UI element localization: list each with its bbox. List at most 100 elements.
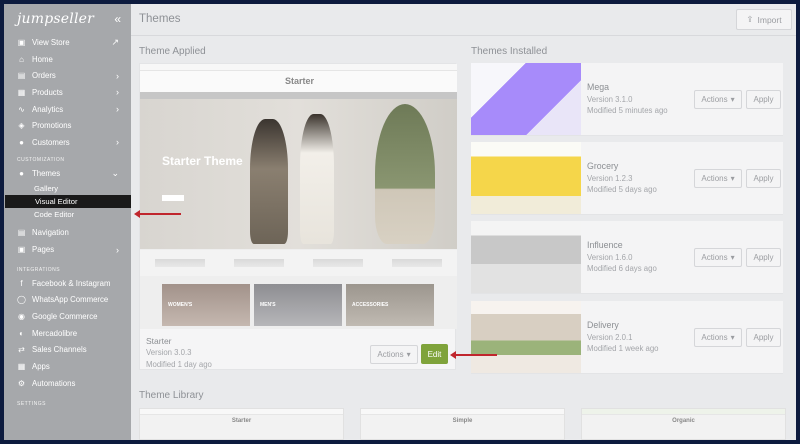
installed-actions-dropdown[interactable]: Actions ▾ <box>694 248 742 267</box>
preview-tile-accessories: ACCESSORIES <box>346 284 434 326</box>
actions-label: Actions <box>701 333 728 342</box>
sidebar-item-view-store[interactable]: ▣ View Store ↗ <box>4 34 131 51</box>
edit-theme-button[interactable]: Edit <box>421 344 448 364</box>
apply-theme-button[interactable]: Apply <box>746 169 781 188</box>
applied-theme-card: Starter Starter Theme WOMEN'S MEN'S ACCE… <box>139 63 457 370</box>
apply-theme-button[interactable]: Apply <box>746 90 781 109</box>
section-label-customization: CUSTOMIZATION <box>17 156 65 163</box>
library-theme-organic[interactable]: Organic <box>581 408 786 440</box>
sidebar-item-label: Sales Channels <box>32 345 87 355</box>
sidebar-item-orders[interactable]: ▤ Orders › <box>4 67 131 84</box>
sidebar-item-whatsapp-commerce[interactable]: ◯ WhatsApp Commerce <box>4 292 131 309</box>
section-label-integrations: INTEGRATIONS <box>17 266 61 273</box>
sidebar-subitem-gallery[interactable]: Gallery <box>4 182 131 195</box>
installed-theme-version: Version 1.6.0 <box>587 253 633 262</box>
sidebar-item-label: Analytics <box>32 104 64 114</box>
page-title: Themes <box>139 13 181 25</box>
apply-theme-button[interactable]: Apply <box>746 328 781 347</box>
library-theme-brand: Simple <box>452 418 473 424</box>
installed-actions-dropdown[interactable]: Actions ▾ <box>694 169 742 188</box>
jumpseller-logo[interactable]: jumpseller <box>17 11 94 27</box>
sidebar-item-pages[interactable]: ▣ Pages › <box>4 241 131 258</box>
sales-channels-icon: ⇄ <box>18 345 25 355</box>
pages-icon: ▣ <box>17 245 26 255</box>
applied-actions-dropdown[interactable]: Actions ▾ <box>370 345 418 364</box>
apply-theme-button[interactable]: Apply <box>746 248 781 267</box>
sidebar-item-label: Promotions <box>32 121 72 131</box>
sidebar-item-label: Orders <box>32 71 56 81</box>
installed-theme-thumbnail[interactable] <box>471 63 581 135</box>
sidebar-subitem-code-editor[interactable]: Code Editor <box>4 208 131 221</box>
sidebar-item-label: Apps <box>32 362 50 372</box>
customers-icon: ● <box>19 137 24 147</box>
library-theme-starter[interactable]: Starter <box>139 408 344 440</box>
collapse-sidebar-icon[interactable]: « <box>114 12 121 26</box>
sidebar-item-themes[interactable]: ● Themes ⌄ <box>4 165 131 182</box>
installed-theme-thumbnail[interactable] <box>471 301 581 373</box>
sidebar-item-products[interactable]: ▦ Products › <box>4 84 131 101</box>
actions-label: Actions <box>701 95 728 104</box>
sidebar-item-label: Themes <box>32 168 61 178</box>
preview-tile-mens: MEN'S <box>254 284 342 326</box>
installed-actions-dropdown[interactable]: Actions ▾ <box>694 328 742 347</box>
applied-theme-preview[interactable]: Starter Starter Theme WOMEN'S MEN'S ACCE… <box>140 64 457 329</box>
themes-icon: ● <box>19 168 24 178</box>
sidebar-item-google-commerce[interactable]: ◉ Google Commerce <box>4 308 131 325</box>
library-theme-simple[interactable]: Simple <box>360 408 565 440</box>
installed-theme-thumbnail[interactable] <box>471 221 581 293</box>
products-icon: ▦ <box>17 87 26 97</box>
installed-theme-row: Delivery Version 2.0.1 Modified 1 week ago… <box>471 301 783 374</box>
preview-feature <box>392 259 443 267</box>
facebook-icon: f <box>20 278 23 288</box>
automations-icon: ⚙ <box>17 378 26 388</box>
installed-theme-name: Grocery <box>587 161 619 171</box>
sidebar-item-navigation[interactable]: ▤ Navigation <box>4 225 131 242</box>
library-theme-brand: Organic <box>672 418 695 424</box>
installed-actions-dropdown[interactable]: Actions ▾ <box>694 90 742 109</box>
installed-theme-version: Version 3.1.0 <box>587 95 633 104</box>
installed-theme-row: Mega Version 3.1.0 Modified 5 minutes ago A… <box>471 63 783 136</box>
sidebar-item-customers[interactable]: ● Customers › <box>4 134 131 151</box>
preview-hero-button <box>162 195 184 201</box>
preview-hero-title: Starter Theme <box>162 154 243 168</box>
mercadolibre-icon: ◐ <box>19 328 24 338</box>
sidebar-subitem-visual-editor[interactable]: Visual Editor <box>5 194 131 208</box>
applied-theme-modified: Modified 1 day ago <box>146 360 212 369</box>
chevron-down-icon: ⌄ <box>111 167 119 178</box>
caret-down-icon: ▾ <box>730 253 735 262</box>
theme-applied-title: Theme Applied <box>139 46 206 57</box>
import-icon: ⇪ <box>746 14 754 24</box>
preview-hero: Starter Theme <box>140 99 457 249</box>
applied-theme-name: Starter <box>146 336 172 346</box>
import-label: Import <box>757 14 782 25</box>
installed-theme-version: Version 2.0.1 <box>587 333 633 342</box>
sidebar-item-analytics[interactable]: ∿ Analytics › <box>4 101 131 118</box>
tile-label: MEN'S <box>260 302 276 308</box>
sidebar-item-label: Customers <box>32 137 70 147</box>
sidebar-item-sales-channels[interactable]: ⇄ Sales Channels <box>4 342 131 359</box>
caret-down-icon: ▾ <box>406 350 411 359</box>
sidebar-item-facebook-instagram[interactable]: f Facebook & Instagram <box>4 275 131 292</box>
whatsapp-icon: ◯ <box>17 295 26 305</box>
sidebar-item-mercadolibre[interactable]: ◐ Mercadolibre <box>4 325 131 342</box>
themes-installed-title: Themes Installed <box>471 46 548 57</box>
sidebar-item-promotions[interactable]: ◈ Promotions <box>4 117 131 134</box>
home-icon: ⌂ <box>19 54 24 64</box>
sidebar-item-apps[interactable]: ▦ Apps <box>4 358 131 375</box>
installed-theme-modified: Modified 1 week ago <box>587 344 659 353</box>
chevron-right-icon: › <box>116 244 119 255</box>
preview-brand: Starter <box>285 76 315 86</box>
preview-top-strip <box>140 64 457 71</box>
preview-nav <box>140 92 457 99</box>
store-icon: ▣ <box>17 37 26 47</box>
installed-theme-thumbnail[interactable] <box>471 142 581 214</box>
sidebar-item-home[interactable]: ⌂ Home <box>4 51 131 68</box>
sidebar-nav-main: ▣ View Store ↗ ⌂ Home ▤ Orders › ▦ Products › ∿ Anal… <box>4 34 131 151</box>
library-thumb-bar <box>140 409 343 415</box>
app-frame: jumpseller « ▣ View Store ↗ ⌂ Home ▤ Orders › ▦ P… <box>4 4 796 440</box>
main-content: Themes ⇪ Import Theme Applied Themes Ins… <box>131 4 796 440</box>
sidebar-item-label: Google Commerce <box>32 312 98 322</box>
sidebar-item-automations[interactable]: ⚙ Automations <box>4 375 131 392</box>
actions-label: Actions <box>701 174 728 183</box>
import-button[interactable]: ⇪ Import <box>736 9 792 30</box>
